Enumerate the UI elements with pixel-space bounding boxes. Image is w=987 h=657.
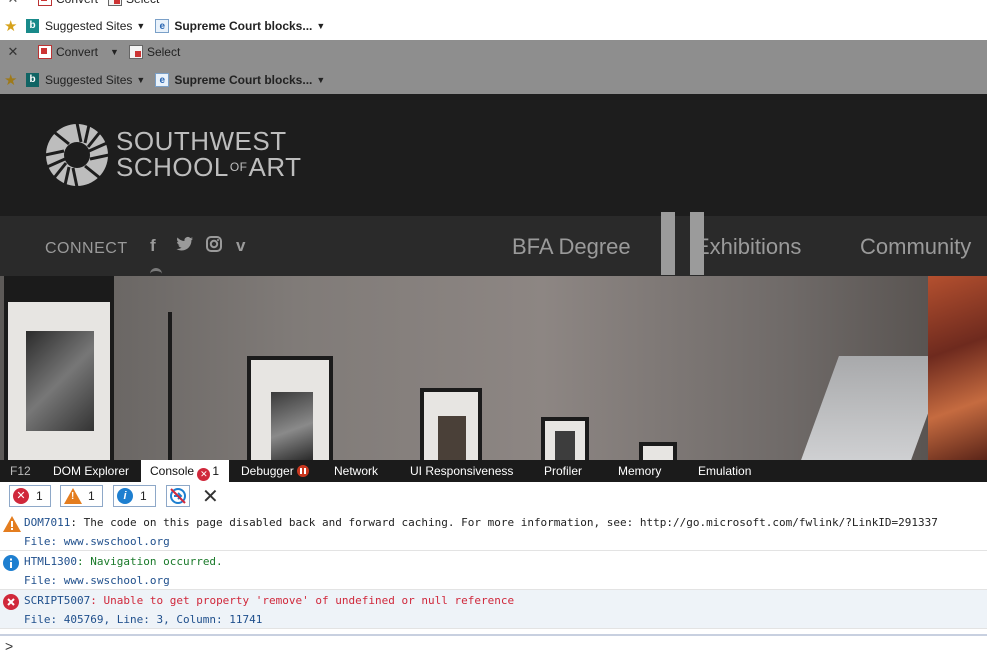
pdf-convert-icon xyxy=(38,45,52,59)
select-button[interactable]: Select xyxy=(128,45,180,59)
clear-on-navigate-button[interactable] xyxy=(166,485,190,507)
convert-button[interactable]: Convert xyxy=(38,0,98,6)
nav-exhibitions[interactable]: Exhibitions xyxy=(695,234,801,260)
select-icon xyxy=(128,45,143,59)
console-message-error[interactable]: SCRIPT5007: Unable to get property 'remo… xyxy=(0,590,987,629)
bing-icon: b xyxy=(26,19,39,33)
gallery-frame xyxy=(541,417,589,460)
tab-memory[interactable]: Memory xyxy=(618,460,661,482)
pdf-convert-icon xyxy=(38,0,52,6)
gallery-frame xyxy=(639,442,677,460)
console-messages: DOM7011: The code on this page disabled … xyxy=(0,512,987,629)
message-source-link[interactable]: File: www.swschool.org xyxy=(24,574,170,587)
hamburger-bar xyxy=(690,212,704,275)
message-source-link[interactable]: File: www.swschool.org xyxy=(24,535,170,548)
school-logo-wordmark[interactable]: SOUTHWEST SCHOOLOFART xyxy=(116,128,302,180)
select-button[interactable]: Select xyxy=(108,0,159,6)
tab-ui-responsiveness[interactable]: UI Responsiveness xyxy=(410,460,513,482)
console-message-warning[interactable]: DOM7011: The code on this page disabled … xyxy=(0,512,987,551)
gallery-frame xyxy=(420,388,482,460)
chevron-down-icon: ▼ xyxy=(136,21,146,31)
hero-gallery-image xyxy=(0,276,987,460)
nav-community[interactable]: Community xyxy=(860,234,971,260)
select-icon xyxy=(108,0,123,6)
command-bar-dimmed: ✕ Convert ▼ Select xyxy=(0,42,987,62)
gallery-frame xyxy=(247,356,333,460)
convert-button[interactable]: Convert ▼ xyxy=(38,45,119,59)
nav-bfa-degree[interactable]: BFA Degree xyxy=(512,234,631,260)
chevron-down-icon: ▼ xyxy=(110,47,119,57)
error-icon xyxy=(3,594,19,613)
bing-icon: b xyxy=(26,73,39,87)
command-bar-top: ✕ Convert Select xyxy=(0,0,987,9)
vimeo-icon[interactable]: v xyxy=(236,236,245,256)
connect-label: CONNECT xyxy=(45,240,128,257)
filter-info-button[interactable]: i1 xyxy=(113,485,156,507)
chevron-down-icon: ▼ xyxy=(136,75,146,85)
warning-icon: ! xyxy=(64,488,82,504)
info-icon xyxy=(3,555,19,574)
ie-page-icon: e xyxy=(155,73,170,87)
error-icon: ✕ xyxy=(13,488,29,504)
favorites-bar-top: ★ b Suggested Sites ▼ e Supreme Court block… xyxy=(0,16,987,36)
console-message-info[interactable]: HTML1300: Navigation occurred. File: www… xyxy=(0,551,987,590)
favorite-supreme-court[interactable]: e Supreme Court blocks... ▼ xyxy=(155,19,325,33)
chevron-down-icon: ▼ xyxy=(316,21,326,31)
filter-errors-button[interactable]: ✕ 1 xyxy=(9,485,51,507)
error-icon: ✕ xyxy=(197,468,211,481)
filter-warnings-button[interactable]: ! 1 xyxy=(60,485,103,507)
favorites-bar-dimmed: ★ b Suggested Sites ▼ e Supreme Court block… xyxy=(0,70,987,90)
chevron-down-icon: ▼ xyxy=(316,75,326,85)
twitter-icon[interactable] xyxy=(176,236,194,257)
wall-artwork xyxy=(928,276,987,460)
warning-icon xyxy=(3,516,21,535)
info-icon: i xyxy=(117,488,133,504)
tab-emulation[interactable]: Emulation xyxy=(698,460,751,482)
tab-dom-explorer[interactable]: DOM Explorer xyxy=(53,460,129,482)
pause-icon xyxy=(296,465,309,477)
ie-page-icon: e xyxy=(155,19,170,33)
f12-label: F12 xyxy=(10,464,31,478)
instagram-icon[interactable] xyxy=(206,236,222,257)
close-icon[interactable]: ✕ xyxy=(6,0,20,7)
gallery-frame xyxy=(4,276,114,460)
favorites-star-icon[interactable]: ★ xyxy=(4,17,22,35)
facebook-icon[interactable]: f xyxy=(150,236,156,256)
message-source-link[interactable]: File: 405769, Line: 3, Column: 11741 xyxy=(24,613,262,626)
console-prompt: > xyxy=(5,638,14,654)
site-nav xyxy=(0,216,987,276)
hamburger-bar xyxy=(661,212,675,275)
tab-network[interactable]: Network xyxy=(334,460,378,482)
tab-debugger[interactable]: Debugger xyxy=(241,460,309,482)
clear-console-icon[interactable]: ✕ xyxy=(202,484,219,509)
favorite-suggested-sites[interactable]: b Suggested Sites ▼ xyxy=(26,19,145,33)
favorite-supreme-court[interactable]: e Supreme Court blocks... ▼ xyxy=(155,73,325,87)
favorites-star-icon[interactable]: ★ xyxy=(4,71,22,89)
console-input[interactable] xyxy=(0,634,987,657)
school-logo-icon[interactable] xyxy=(45,123,109,187)
navigate-clear-icon xyxy=(170,488,186,504)
favorite-suggested-sites[interactable]: b Suggested Sites ▼ xyxy=(26,73,145,87)
close-icon[interactable]: ✕ xyxy=(6,44,20,60)
tab-console[interactable]: Console ✕ 1 xyxy=(141,460,230,482)
tab-profiler[interactable]: Profiler xyxy=(544,460,582,482)
